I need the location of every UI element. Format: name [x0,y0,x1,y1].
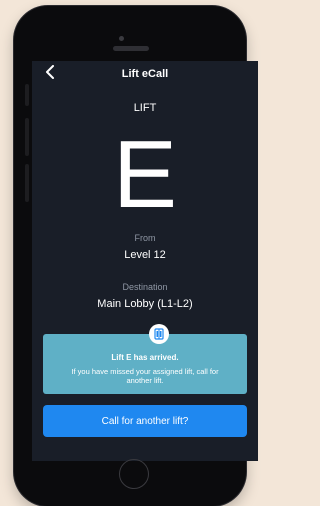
arrival-banner: Lift E has arrived. If you have missed y… [43,334,247,394]
destination-label: Destination [122,282,168,292]
earpiece-speaker [113,46,149,51]
volume-down-button [25,164,29,202]
mute-switch [25,84,29,106]
home-button[interactable] [119,459,149,489]
from-label: From [134,233,156,243]
page-title: Lift eCall [121,68,169,80]
lift-letter: E [112,121,178,228]
arrival-title: Lift E has arrived. [111,353,179,362]
lift-label: LIFT [133,102,157,114]
from-value: Level 12 [124,249,166,261]
front-camera [119,36,124,41]
destination-value: Main Lobby (L1-L2) [97,298,193,310]
call-another-lift-button[interactable]: Call for another lift? [43,405,247,437]
app-screen: Lift eCall LIFT E From Level 12 Destinat… [32,61,258,461]
arrival-message: If you have missed your assigned lift, c… [71,367,219,385]
lift-icon [149,324,169,344]
phone-frame: Lift eCall LIFT E From Level 12 Destinat… [14,6,258,506]
volume-up-button [25,118,29,156]
